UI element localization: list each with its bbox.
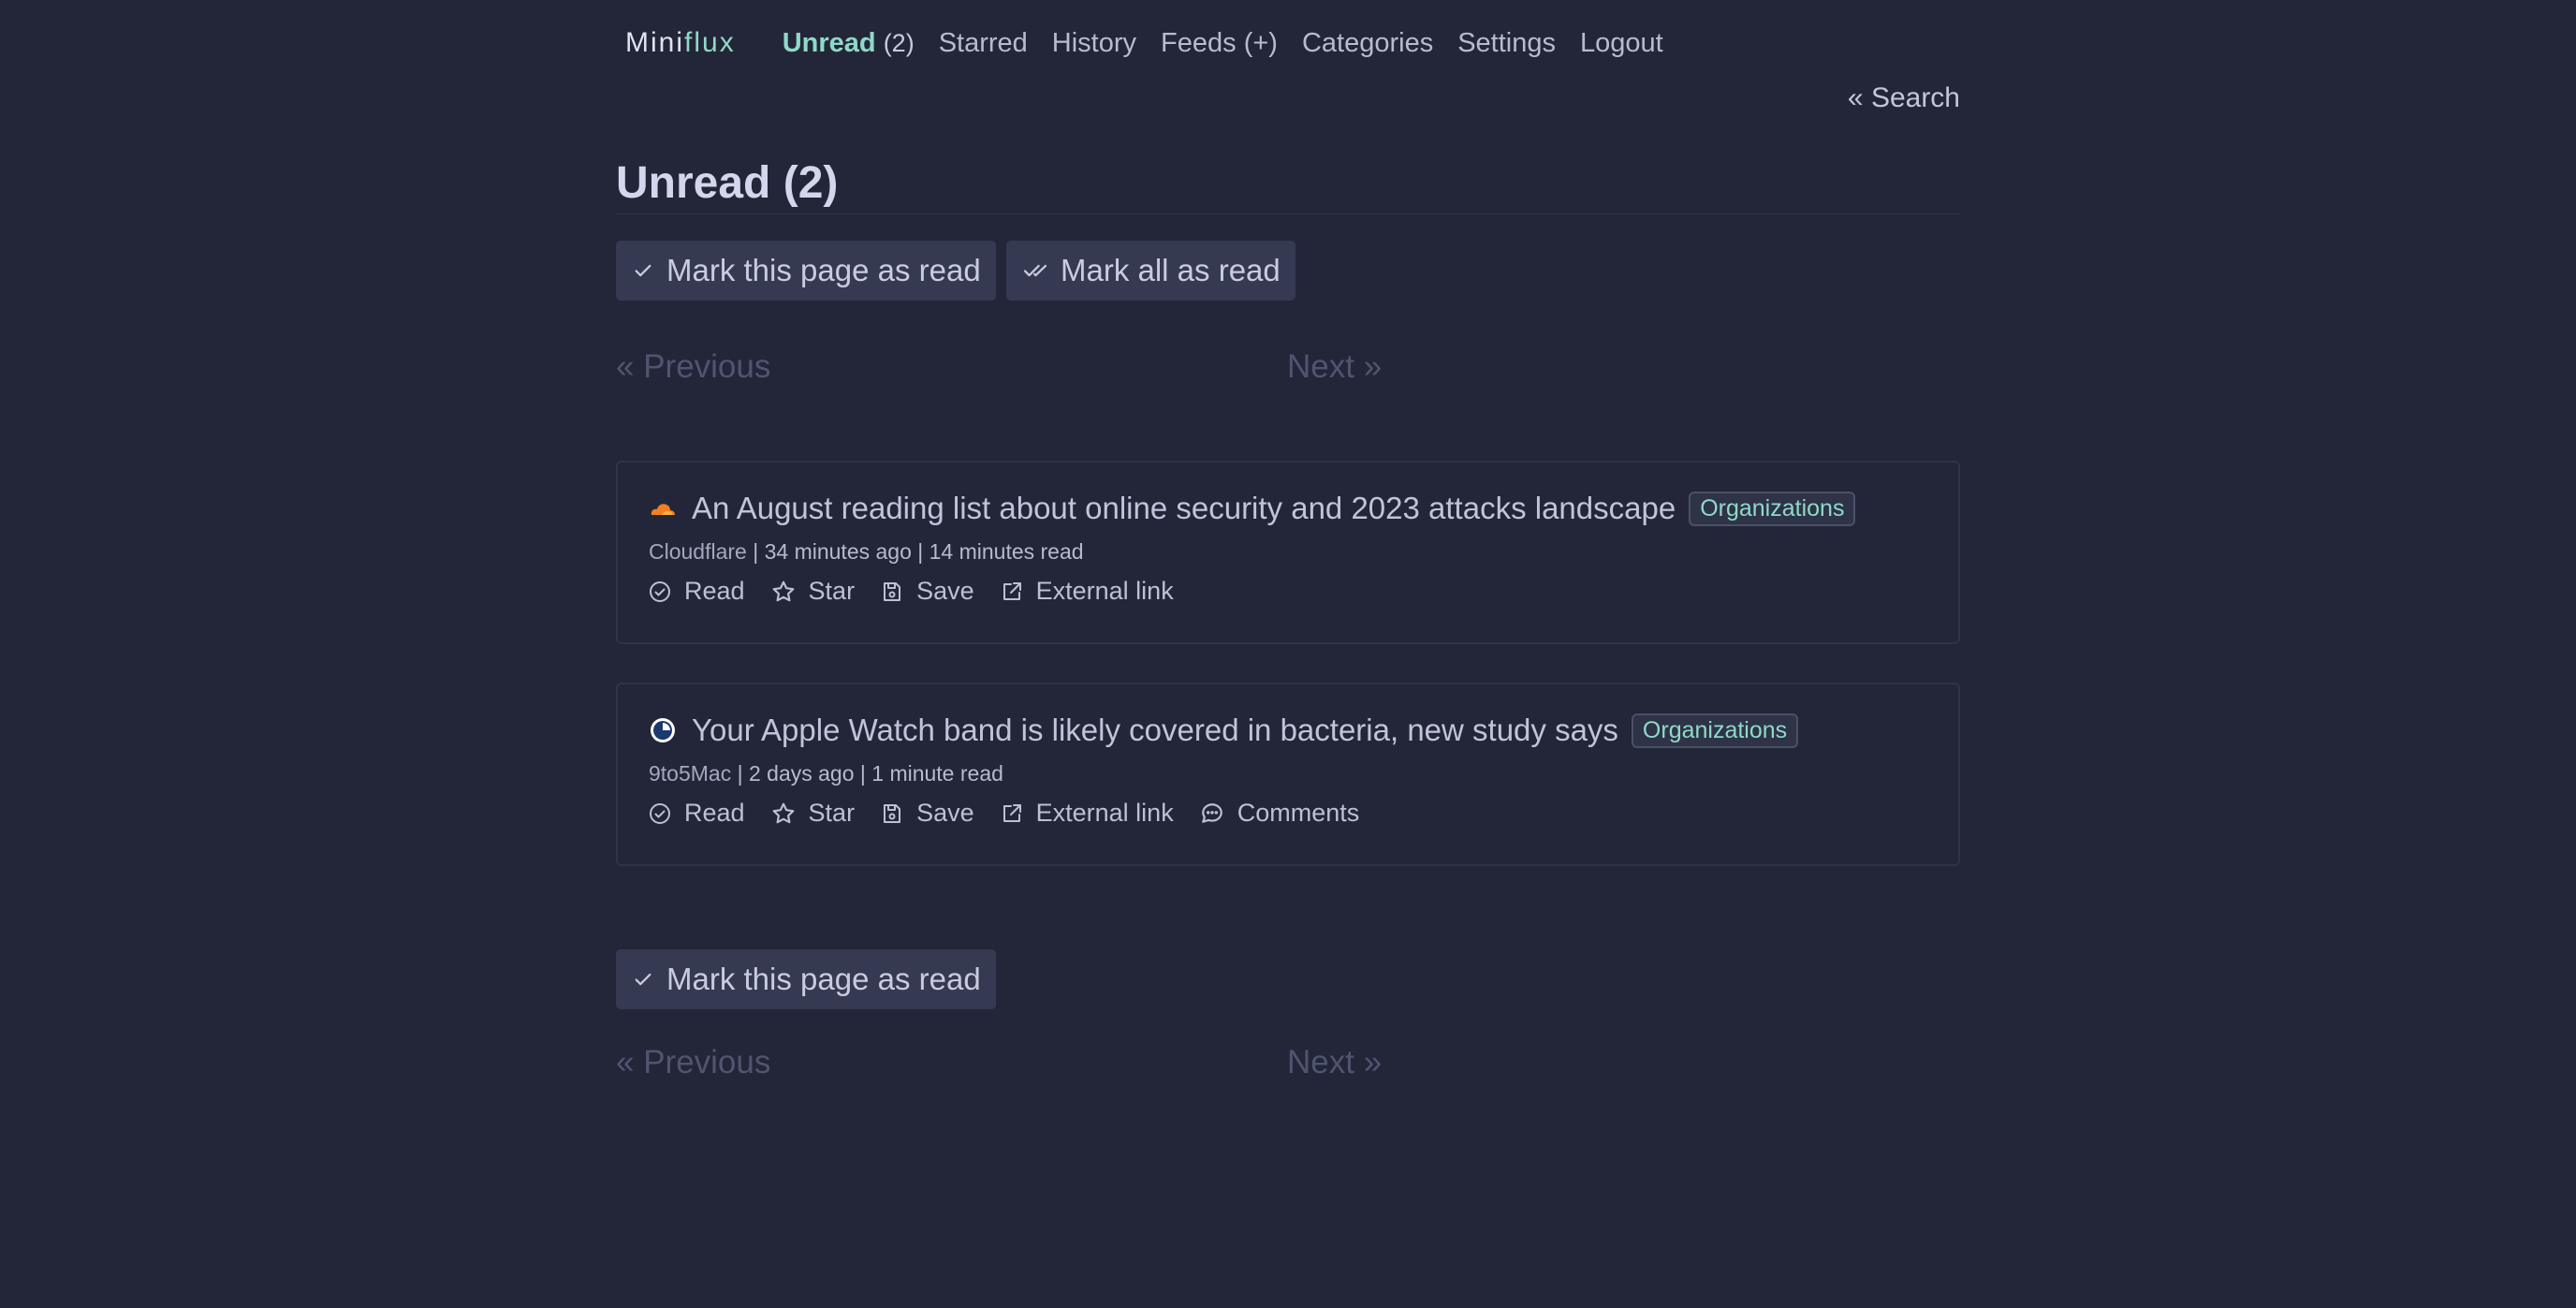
- entry-item: Your Apple Watch band is likely covered …: [616, 683, 1960, 866]
- read-action[interactable]: Read: [649, 799, 745, 828]
- save-action-label: Save: [916, 799, 974, 827]
- nav-feeds[interactable]: Feeds (+): [1161, 28, 1278, 59]
- check-icon: [635, 264, 651, 277]
- external-link-icon: [1003, 581, 1021, 600]
- entry-meta: 9to5Mac | 2 days ago | 1 minute read: [649, 761, 1003, 786]
- logo-text-prefix: Mini: [625, 27, 685, 58]
- save-action[interactable]: Save: [881, 799, 974, 828]
- save-icon: [884, 803, 901, 823]
- double-check-icon: [1023, 264, 1047, 277]
- top-navigation: Miniflux Unread (2) Starred History Feed…: [625, 24, 1688, 62]
- star-icon: [772, 581, 794, 601]
- nav-unread[interactable]: Unread (2): [783, 28, 915, 59]
- entry-item: An August reading list about online secu…: [616, 461, 1960, 644]
- previous-page-link-bottom[interactable]: « Previous: [616, 1044, 770, 1081]
- external-link-icon: [1003, 803, 1021, 822]
- category-tag[interactable]: Organizations: [1689, 491, 1856, 526]
- entry-title-row: An August reading list about online secu…: [649, 491, 1856, 526]
- mark-page-read-label: Mark this page as read: [666, 962, 981, 996]
- nav-settings[interactable]: Settings: [1457, 28, 1556, 59]
- nav-starred[interactable]: Starred: [939, 28, 1028, 59]
- read-action[interactable]: Read: [649, 577, 745, 606]
- entry-meta: Cloudflare | 34 minutes ago | 14 minutes…: [649, 539, 1084, 565]
- nav-unread-count: (2): [883, 28, 915, 57]
- mark-all-read-button[interactable]: Mark all as read: [1006, 241, 1295, 301]
- read-action-label: Read: [684, 799, 745, 827]
- entry-feed-link[interactable]: 9to5Mac: [649, 761, 731, 786]
- entry-title-row: Your Apple Watch band is likely covered …: [649, 713, 1799, 748]
- entry-title-link[interactable]: Your Apple Watch band is likely covered …: [692, 713, 1618, 748]
- logo-text-suffix: flux: [684, 27, 736, 58]
- external-link-action[interactable]: External link: [1001, 799, 1174, 828]
- entry-actions: Read Star Save External link Comments: [649, 799, 1385, 828]
- save-action-label: Save: [916, 577, 974, 605]
- entry-feed-link[interactable]: Cloudflare: [649, 539, 747, 564]
- external-link-label: External link: [1035, 577, 1174, 605]
- star-icon: [772, 802, 794, 823]
- comment-icon: [1201, 802, 1222, 823]
- mark-all-read-label: Mark all as read: [1061, 253, 1281, 287]
- read-action-label: Read: [684, 577, 745, 605]
- nav-logout[interactable]: Logout: [1580, 28, 1663, 59]
- star-action-label: Star: [808, 799, 856, 827]
- star-action[interactable]: Star: [771, 799, 856, 828]
- entry-meta-text: | 2 days ago | 1 minute read: [731, 761, 1003, 786]
- save-action[interactable]: Save: [881, 577, 974, 606]
- nav-history[interactable]: History: [1052, 28, 1136, 59]
- check-circle-icon: [650, 581, 670, 602]
- next-page-link-bottom[interactable]: Next »: [1287, 1044, 1382, 1081]
- entry-meta-text: | 34 minutes ago | 14 minutes read: [746, 539, 1084, 564]
- mark-page-read-button[interactable]: Mark this page as read: [616, 241, 996, 301]
- comments-action-label: Comments: [1237, 799, 1360, 827]
- mark-page-read-button-bottom[interactable]: Mark this page as read: [616, 949, 996, 1009]
- mark-page-read-label: Mark this page as read: [666, 253, 981, 287]
- app-logo[interactable]: Miniflux: [625, 27, 736, 59]
- entry-actions: Read Star Save External link: [649, 577, 1200, 606]
- comments-action[interactable]: Comments: [1200, 799, 1360, 828]
- cloudflare-icon: [649, 494, 677, 522]
- star-action-label: Star: [808, 577, 856, 605]
- page-container: Miniflux Unread (2) Starred History Feed…: [616, 0, 1960, 1308]
- external-link-action[interactable]: External link: [1001, 577, 1174, 606]
- category-tag[interactable]: Organizations: [1631, 713, 1799, 748]
- check-icon: [635, 973, 651, 986]
- previous-page-link[interactable]: « Previous: [616, 348, 770, 386]
- 9to5mac-icon: [649, 716, 677, 744]
- entry-title-link[interactable]: An August reading list about online secu…: [692, 491, 1676, 526]
- check-circle-icon: [650, 802, 670, 824]
- search-link[interactable]: « Search: [1848, 82, 1960, 114]
- nav-unread-label: Unread: [782, 27, 876, 58]
- save-icon: [884, 581, 901, 601]
- external-link-label: External link: [1035, 799, 1174, 827]
- title-divider: [616, 213, 1960, 214]
- star-action[interactable]: Star: [771, 577, 856, 606]
- nav-categories[interactable]: Categories: [1302, 28, 1433, 59]
- next-page-link[interactable]: Next »: [1287, 348, 1382, 386]
- page-title: Unread (2): [616, 158, 839, 208]
